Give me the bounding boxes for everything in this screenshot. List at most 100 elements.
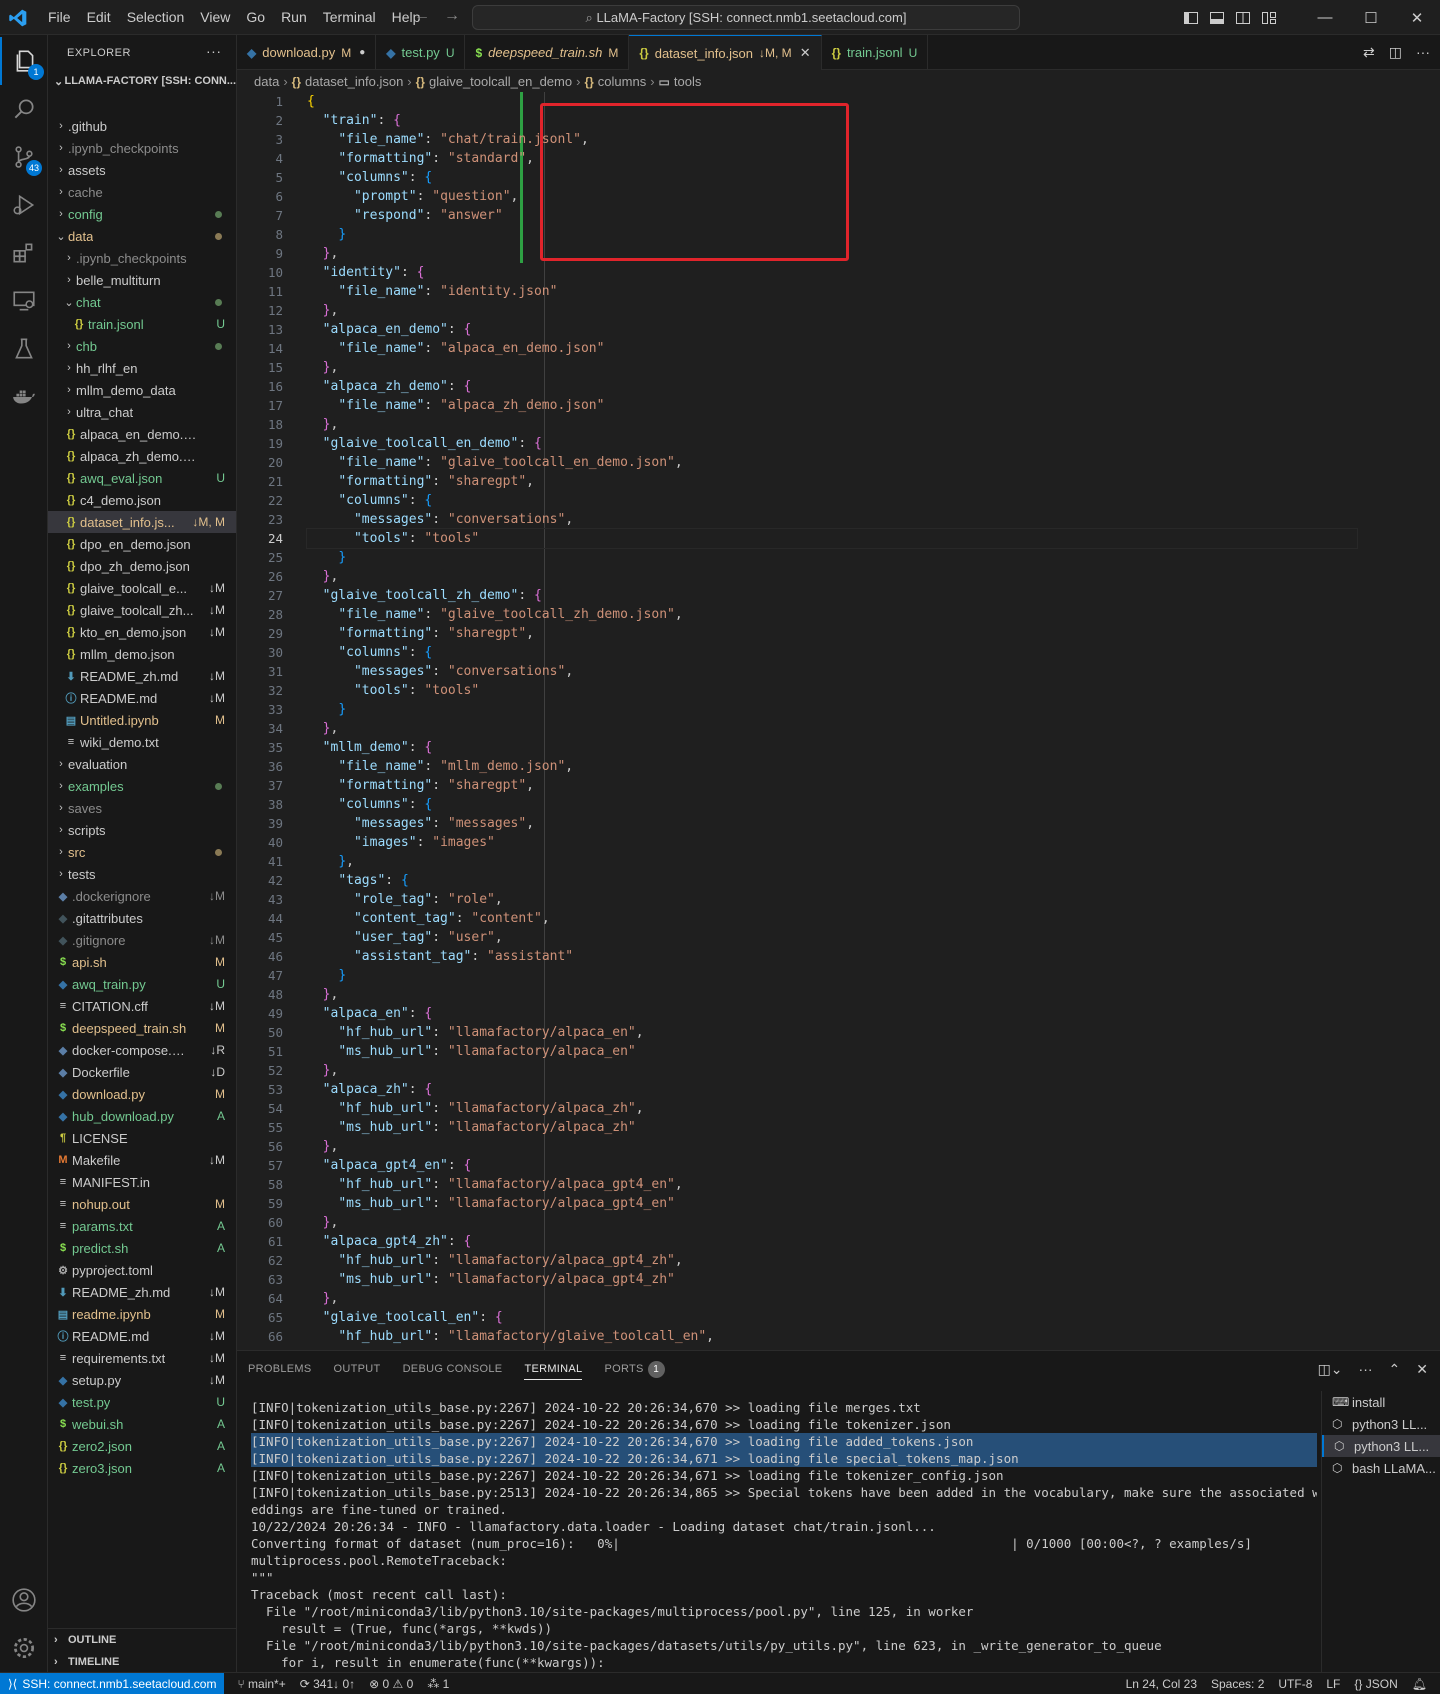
outline-section[interactable]: › OUTLINE [48,1629,236,1651]
code-line[interactable]: "role_tag": "role", [307,890,1357,909]
forward-arrow-icon[interactable]: → [444,7,460,25]
tab-deepspeed_train-sh[interactable]: $ deepspeed_train.sh M [465,35,630,70]
folder-item[interactable]: › scripts [48,819,236,841]
search-icon[interactable] [0,85,48,133]
workspace-root[interactable]: ⌄ LLAMA-FACTORY [SSH: CONN... [48,70,236,92]
file-item[interactable]: {} zero3.json A [48,1457,236,1479]
code-line[interactable]: "tools": "tools" [306,528,1358,549]
terminal-list-item[interactable]: ⬡ python3 LL... [1322,1435,1440,1457]
file-item[interactable]: $ webui.sh A [48,1413,236,1435]
code-line[interactable]: "columns": { [307,643,1357,662]
tab-ports[interactable]: PORTS 1 [593,1351,675,1387]
code-line[interactable]: } [307,966,1357,985]
remote-indicator[interactable]: ⟩⟨ SSH: connect.nmb1.seetacloud.com [0,1672,225,1694]
code-line[interactable]: "hf_hub_url": "llamafactory/alpaca_gpt4_… [307,1251,1357,1270]
tab-dataset_info-json[interactable]: {} dataset_info.json ↓M, M ✕ [629,35,822,70]
more-actions-icon[interactable]: ··· [206,43,222,59]
file-item[interactable]: ≡ params.txt A [48,1215,236,1237]
code-line[interactable]: "file_name": "glaive_toolcall_zh_demo.js… [307,605,1357,624]
folder-item[interactable]: › mllm_demo_data [48,379,236,401]
file-item[interactable]: {} glaive_toolcall_zh... ↓M [48,599,236,621]
extensions-icon[interactable] [0,229,48,277]
menu-edit[interactable]: Edit [79,0,119,35]
code-line[interactable]: "mllm_demo": { [307,738,1357,757]
code-line[interactable]: "glaive_toolcall_zh_demo": { [307,586,1357,605]
code-line[interactable]: "columns": { [307,795,1357,814]
code-line[interactable]: "ms_hub_url": "llamafactory/alpaca_en" [307,1042,1357,1061]
terminal-output[interactable]: [INFO|tokenization_utils_base.py:2267] 2… [251,1399,1317,1671]
code-line[interactable]: "file_name": "glaive_toolcall_en_demo.js… [307,453,1357,472]
code-line[interactable]: "messages": "conversations", [307,510,1357,529]
file-item[interactable]: ≡ requirements.txt ↓M [48,1347,236,1369]
code-line[interactable]: } [307,700,1357,719]
file-item[interactable]: {} zero2.json A [48,1435,236,1457]
run-debug-icon[interactable] [0,181,48,229]
timeline-section[interactable]: › TIMELINE [48,1651,236,1672]
file-item[interactable]: ◆ .gitignore ↓M [48,929,236,951]
code-line[interactable]: "file_name": "alpaca_en_demo.json" [307,339,1357,358]
file-item[interactable]: ◆ .gitattributes [48,907,236,929]
file-item[interactable]: ▤ readme.ipynb M [48,1303,236,1325]
code-line[interactable]: "hf_hub_url": "llamafactory/alpaca_en", [307,1023,1357,1042]
end-of-line[interactable]: LF [1319,1677,1347,1691]
folder-item[interactable]: › hh_rlhf_en [48,357,236,379]
file-item[interactable]: $ deepspeed_train.sh M [48,1017,236,1039]
file-item[interactable]: ¶ LICENSE [48,1127,236,1149]
encoding[interactable]: UTF-8 [1271,1677,1319,1691]
maximize-icon[interactable]: ☐ [1348,0,1394,35]
toggle-panel-icon[interactable] [1204,0,1230,35]
code-line[interactable]: }, [307,852,1357,871]
file-item[interactable]: ≡ nohup.out M [48,1193,236,1215]
code-line[interactable]: "file_name": "mllm_demo.json", [307,757,1357,776]
folder-item[interactable]: ⌄ data [48,225,236,247]
file-item[interactable]: ≡ CITATION.cff ↓M [48,995,236,1017]
code-line[interactable]: }, [307,567,1357,586]
terminal-list-item[interactable]: ⌨ install [1322,1391,1440,1413]
code-line[interactable]: } [307,548,1357,567]
code-line[interactable]: "content_tag": "content", [307,909,1357,928]
file-item[interactable]: ≡ wiki_demo.txt [48,731,236,753]
code-line[interactable]: }, [307,1061,1357,1080]
file-item[interactable]: {} dpo_zh_demo.json [48,555,236,577]
tab-output[interactable]: OUTPUT [323,1351,392,1387]
folder-item[interactable]: ⌄ chat [48,291,236,313]
cursor-position[interactable]: Ln 24, Col 23 [1119,1677,1204,1691]
file-item[interactable]: {} dpo_en_demo.json [48,533,236,555]
folder-item[interactable]: › ultra_chat [48,401,236,423]
split-terminal-icon[interactable]: ◫⌄ [1318,1361,1343,1378]
code-line[interactable]: "formatting": "sharegpt", [307,776,1357,795]
code-line[interactable]: "hf_hub_url": "llamafactory/alpaca_gpt4_… [307,1175,1357,1194]
menu-terminal[interactable]: Terminal [315,0,384,35]
sync-indicator[interactable]: ⟳ 341↓ 0↑ [293,1677,362,1691]
tab-problems[interactable]: PROBLEMS [237,1351,323,1387]
split-editor-icon[interactable]: ◫ [1389,44,1402,61]
tab-download-py[interactable]: ◆ download.py M ● [237,35,377,70]
close-panel-icon[interactable]: ✕ [1416,1361,1428,1378]
code-line[interactable]: "messages": "conversations", [307,662,1357,681]
code-line[interactable]: "images": "images" [307,833,1357,852]
terminal-list-item[interactable]: ⬡ bash LLaMA... [1322,1457,1440,1479]
unsaved-dot-icon[interactable]: ● [359,47,365,58]
code-line[interactable]: "ms_hub_url": "llamafactory/alpaca_gpt4_… [307,1194,1357,1213]
settings-gear-icon[interactable] [0,1624,48,1672]
breadcrumb-item[interactable]: {} columns [584,74,646,89]
code-line[interactable]: "alpaca_zh": { [307,1080,1357,1099]
file-item[interactable]: ◆ docker-compose.yml ↓R [48,1039,236,1061]
code-line[interactable]: "formatting": "sharegpt", [307,472,1357,491]
code-line[interactable]: "messages": "messages", [307,814,1357,833]
code-line[interactable]: "columns": { [307,491,1357,510]
file-item[interactable]: M Makefile ↓M [48,1149,236,1171]
menu-run[interactable]: Run [273,0,315,35]
code-line[interactable]: "alpaca_en_demo": { [307,320,1357,339]
code-line[interactable]: "ms_hub_url": "llamafactory/alpaca_zh" [307,1118,1357,1137]
file-item[interactable]: {} awq_eval.json U [48,467,236,489]
breadcrumb-item[interactable]: ▭ tools [659,74,702,89]
code-line[interactable]: "file_name": "identity.json" [307,282,1357,301]
code-line[interactable]: "alpaca_zh_demo": { [307,377,1357,396]
code-line[interactable]: }, [307,1289,1357,1308]
code-line[interactable]: "file_name": "alpaca_zh_demo.json" [307,396,1357,415]
code-line[interactable]: "hf_hub_url": "llamafactory/glaive_toolc… [307,1327,1357,1346]
code-line[interactable]: "alpaca_gpt4_en": { [307,1156,1357,1175]
code-line[interactable]: }, [307,985,1357,1004]
folder-item[interactable]: › examples [48,775,236,797]
